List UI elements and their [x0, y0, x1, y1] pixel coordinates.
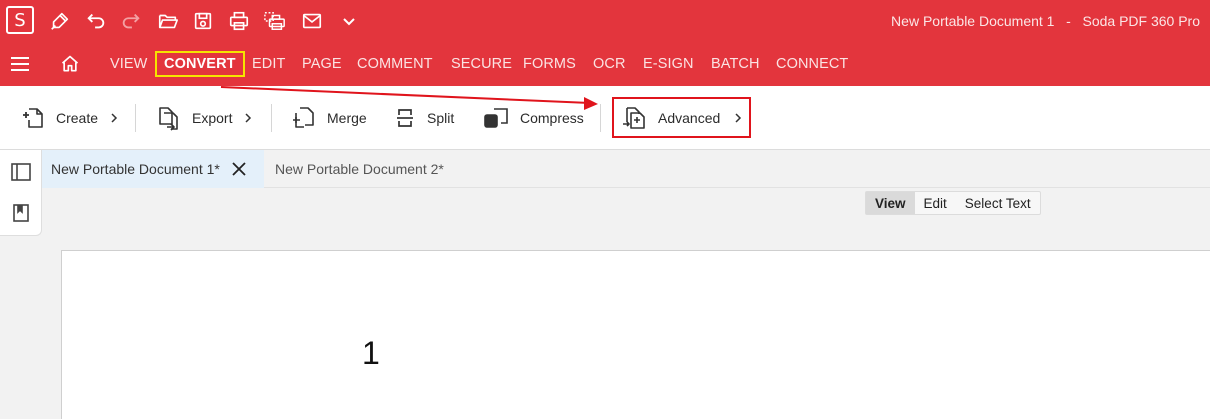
- view-mode-select-text[interactable]: Select Text: [956, 192, 1040, 214]
- mail-icon[interactable]: [295, 0, 329, 42]
- document-tabs: New Portable Document 1* New Portable Do…: [42, 150, 1210, 188]
- document-page[interactable]: [61, 250, 1210, 419]
- split-button[interactable]: Split: [393, 86, 454, 150]
- document-tab-label: New Portable Document 1*: [51, 161, 220, 177]
- hamburger-menu-icon[interactable]: [8, 42, 32, 86]
- tab-ocr[interactable]: OCR: [593, 42, 626, 86]
- ribbon-divider: [600, 104, 601, 132]
- save-icon[interactable]: [186, 0, 220, 42]
- print-icon[interactable]: [222, 0, 256, 42]
- window-title: New Portable Document 1 - Soda PDF 360 P…: [860, 0, 1200, 42]
- tab-e-sign[interactable]: E-SIGN: [643, 42, 694, 86]
- tab-page[interactable]: PAGE: [302, 42, 342, 86]
- view-mode-switch: View Edit Select Text: [865, 191, 1041, 215]
- compress-button[interactable]: Compress: [484, 86, 584, 150]
- app-name: Soda PDF 360 Pro: [1082, 13, 1200, 29]
- tab-secure[interactable]: SECURE: [451, 42, 512, 86]
- ribbon-divider: [271, 104, 272, 132]
- merge-button[interactable]: Merge: [291, 86, 367, 150]
- advanced-highlight-annotation: [612, 97, 751, 138]
- app-logo[interactable]: S: [6, 6, 34, 34]
- page-content-text: 1: [362, 335, 380, 371]
- export-icon: [156, 105, 182, 131]
- chevron-down-icon[interactable]: [332, 0, 366, 42]
- print-preview-icon[interactable]: [258, 0, 292, 42]
- chevron-right-icon: [110, 112, 118, 124]
- view-mode-edit[interactable]: Edit: [915, 192, 956, 214]
- chevron-right-icon: [244, 112, 252, 124]
- bookmark-icon[interactable]: [0, 192, 42, 234]
- view-mode-view[interactable]: View: [866, 192, 915, 214]
- app-window: S New Portable Document 1 - Soda PDF 360…: [0, 0, 1210, 419]
- merge-label: Merge: [327, 110, 367, 126]
- close-icon[interactable]: [232, 162, 246, 176]
- document-tab-label: New Portable Document 2*: [275, 161, 444, 177]
- create-label: Create: [56, 110, 99, 126]
- tab-batch[interactable]: BATCH: [711, 42, 760, 86]
- panel-toggle-icon[interactable]: [0, 151, 42, 193]
- home-icon[interactable]: [58, 42, 82, 86]
- open-folder-icon[interactable]: [151, 0, 185, 42]
- split-icon: [393, 106, 417, 130]
- merge-icon: [291, 105, 317, 131]
- tab-edit[interactable]: EDIT: [252, 42, 285, 86]
- tab-connect[interactable]: CONNECT: [776, 42, 848, 86]
- tab-forms[interactable]: FORMS: [523, 42, 576, 86]
- create-document-icon: [22, 106, 46, 130]
- undo-icon[interactable]: [79, 0, 113, 42]
- document-tab-2[interactable]: New Portable Document 2*: [266, 150, 444, 188]
- pen-icon[interactable]: [43, 0, 77, 42]
- compress-icon: [484, 106, 510, 130]
- export-button[interactable]: Export: [156, 86, 252, 150]
- document-title: New Portable Document 1: [891, 13, 1055, 29]
- document-tab-1[interactable]: New Portable Document 1*: [42, 150, 264, 188]
- side-panel: [0, 150, 42, 236]
- ribbon-divider: [135, 104, 136, 132]
- tab-convert[interactable]: CONVERT: [155, 42, 245, 86]
- compress-label: Compress: [520, 110, 584, 126]
- convert-ribbon: Create Export Merge Split Compress Advan…: [0, 86, 1210, 150]
- tab-view[interactable]: VIEW: [110, 42, 147, 86]
- menu-bar: VIEW CONVERT EDIT PAGE COMMENT SECURE FO…: [0, 42, 1210, 86]
- tab-comment[interactable]: COMMENT: [357, 42, 433, 86]
- split-label: Split: [427, 110, 455, 126]
- create-button[interactable]: Create: [22, 86, 118, 150]
- redo-icon: [114, 0, 148, 42]
- export-label: Export: [192, 110, 233, 126]
- title-bar: S New Portable Document 1 - Soda PDF 360…: [0, 0, 1210, 42]
